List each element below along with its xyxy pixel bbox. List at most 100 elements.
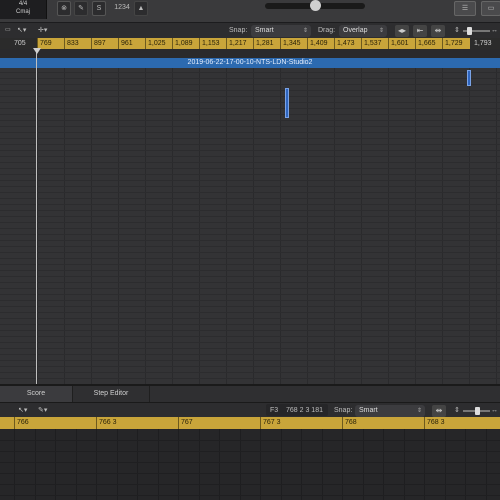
pencil-icon[interactable]: ✎: [74, 1, 88, 16]
pointer-tool-icon[interactable]: ↖▾: [17, 24, 26, 37]
pencil-tool-icon[interactable]: ✎▾: [38, 404, 47, 417]
horizontal-fit-icon[interactable]: ⇹: [432, 405, 446, 417]
expand-icon[interactable]: ↔: [491, 404, 498, 417]
drag-label: Drag:: [318, 27, 336, 34]
editor-snap-select[interactable]: Smart ⇕: [355, 405, 425, 417]
playhead-marker-icon[interactable]: [33, 48, 41, 54]
waveform-zoom-icon[interactable]: ◂▸: [395, 25, 409, 37]
marquee-tool-icon[interactable]: ✛▾: [38, 24, 47, 37]
vertical-zoom-icon[interactable]: ⇕: [454, 404, 460, 417]
grid-row-line: [0, 132, 500, 133]
ruler-bar-label: 1,217: [226, 38, 247, 49]
editor-ruler-label: 767 3: [260, 417, 281, 429]
grid-row-line: [0, 96, 500, 97]
grid-row-line: [0, 84, 500, 85]
grid-row-line: [0, 138, 500, 139]
snap-value: Smart: [255, 27, 274, 34]
chevron-updown-icon: ⇕: [416, 408, 422, 414]
key-signature: Cmaj: [15, 9, 30, 15]
master-volume-slider[interactable]: [265, 0, 365, 11]
grid-row-line: [0, 126, 500, 127]
snap-label: Snap:: [229, 27, 248, 34]
ruler-bar-label: 961: [118, 38, 133, 49]
expand-icon[interactable]: ↔: [491, 24, 498, 37]
editor-zoom-slider[interactable]: [463, 407, 490, 415]
grid-row-line: [0, 78, 500, 79]
grid-row-line: [0, 210, 500, 211]
ruler-bar-label: 1,153: [199, 38, 220, 49]
grid-row-line: [0, 162, 500, 163]
horizontal-fit-icon[interactable]: ⇤: [413, 25, 427, 37]
step-row-line: [0, 495, 500, 496]
grid-row-line: [0, 222, 500, 223]
metronome-icon[interactable]: ▲: [134, 1, 148, 16]
grid-row-line: [0, 198, 500, 199]
grid-row-line: [0, 378, 500, 379]
grid-row-line: [0, 156, 500, 157]
editor-ruler-label: 766 3: [96, 417, 117, 429]
catch-icon[interactable]: ⊗: [57, 1, 71, 16]
time-signature: 4/4: [18, 1, 28, 7]
grid-row-line: [0, 270, 500, 271]
snap-select[interactable]: Smart ⇕: [251, 25, 311, 37]
grid-row-line: [0, 180, 500, 181]
grid-row-line: [0, 216, 500, 217]
editor-ruler-label: 768: [342, 417, 357, 429]
drag-value: Overlap: [343, 27, 368, 34]
grid-row-line: [0, 234, 500, 235]
editor-ruler-label: 766: [14, 417, 29, 429]
grid-row-line: [0, 318, 500, 319]
grid-row-line: [0, 312, 500, 313]
count-in-button[interactable]: 1234: [113, 1, 131, 14]
grid-row-line: [0, 72, 500, 73]
track-list-icon[interactable]: ▭: [5, 24, 11, 37]
drag-select[interactable]: Overlap ⇕: [339, 25, 387, 37]
region-title: 2019-06-22-17-00-10-NTS-LDN-Studio2: [187, 59, 313, 66]
editor-ruler-label: 767: [178, 417, 193, 429]
browser-icon[interactable]: ▭: [481, 1, 500, 16]
list-editor-icon[interactable]: ☰: [454, 1, 476, 16]
step-row-line: [0, 440, 500, 441]
grid-row-line: [0, 276, 500, 277]
position-value: 768 2 3 181: [286, 407, 323, 414]
grid-row-line: [0, 288, 500, 289]
ruler-bar-label: 897: [91, 38, 106, 49]
pointer-tool-icon[interactable]: ↖▾: [18, 404, 27, 417]
vertical-zoom-icon[interactable]: ⇕: [454, 24, 460, 37]
tab-score[interactable]: Score: [0, 386, 72, 402]
midi-note[interactable]: [285, 88, 289, 118]
zoom-slider-knob[interactable]: [475, 407, 480, 415]
ruler-start-label: 705: [14, 40, 26, 47]
ruler-bar-label: 1,345: [280, 38, 301, 49]
playhead[interactable]: [36, 49, 37, 384]
grid-row-line: [0, 360, 500, 361]
grid-row-line: [0, 258, 500, 259]
solo-button[interactable]: S: [92, 1, 106, 16]
ruler-bar-label: 1,473: [334, 38, 355, 49]
grid-row-line: [0, 108, 500, 109]
midi-note[interactable]: [467, 70, 471, 86]
zoom-slider[interactable]: [463, 27, 490, 35]
tab-step-editor[interactable]: Step Editor: [72, 386, 150, 402]
chevron-updown-icon: ⇕: [378, 28, 384, 34]
grid-row-line: [0, 324, 500, 325]
grid-row-line: [0, 330, 500, 331]
grid-row-line: [0, 192, 500, 193]
grid-row-line: [0, 186, 500, 187]
grid-row-line: [0, 300, 500, 301]
grid-row-line: [0, 252, 500, 253]
lcd-display[interactable]: 4/4 Cmaj: [0, 0, 47, 19]
zoom-slider-knob[interactable]: [467, 27, 472, 35]
editor-snap-value: Smart: [359, 407, 378, 414]
grid-row-line: [0, 282, 500, 283]
ruler-bar-label: 1,025: [145, 38, 166, 49]
ruler-bar-label: 1,089: [172, 38, 193, 49]
grid-row-line: [0, 168, 500, 169]
chevron-updown-icon: ⇕: [302, 28, 308, 34]
grid-row-line: [0, 294, 500, 295]
grid-row-line: [0, 306, 500, 307]
grid-row-line: [0, 150, 500, 151]
horizontal-zoom-icon[interactable]: ⇹: [431, 25, 445, 37]
grid-row-line: [0, 336, 500, 337]
slider-knob[interactable]: [310, 0, 321, 11]
